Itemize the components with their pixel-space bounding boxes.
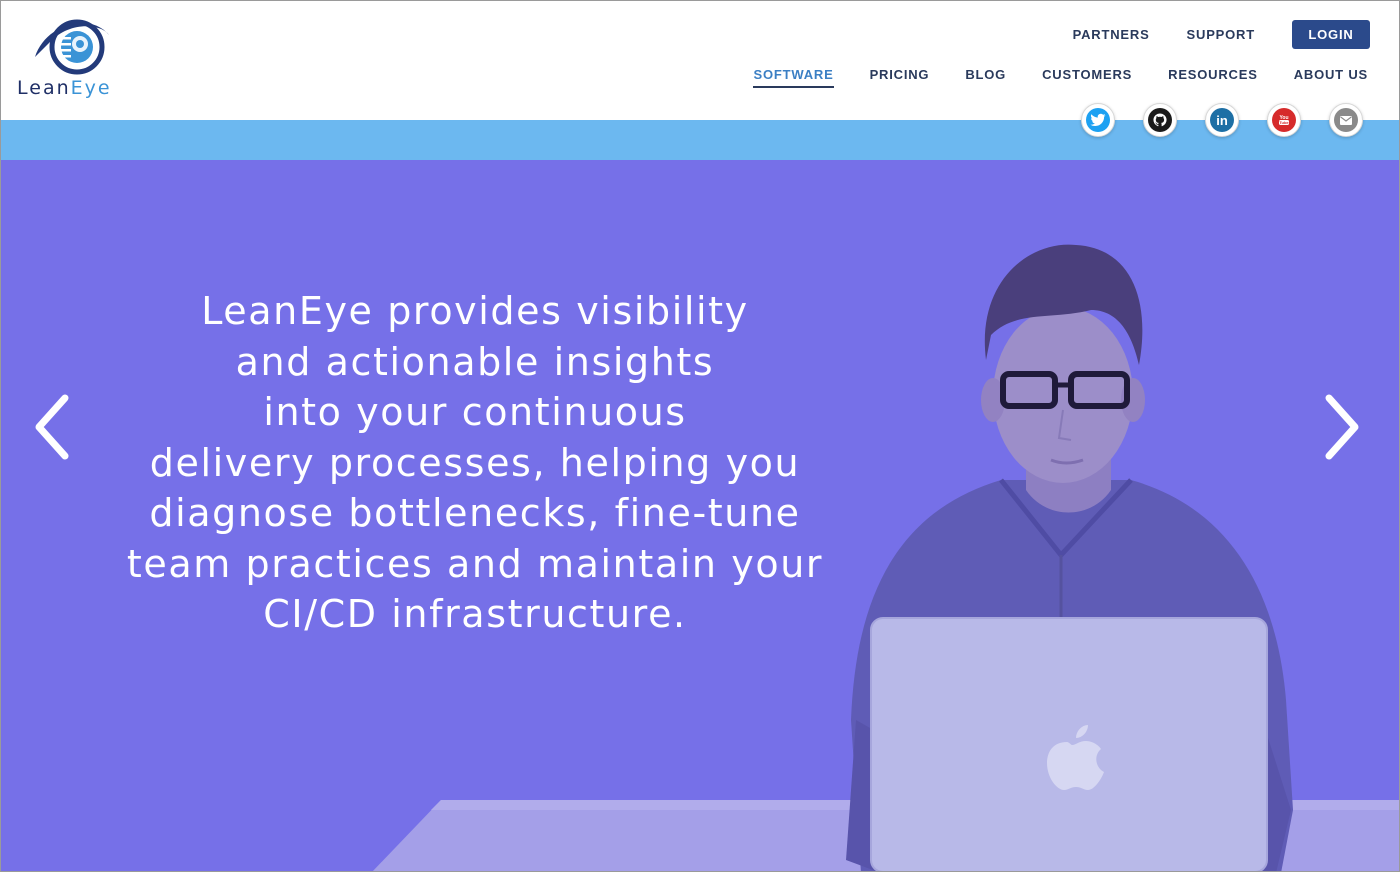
nav-blog[interactable]: BLOG <box>965 67 1006 88</box>
leaneye-logo[interactable]: LeanEye <box>15 17 135 103</box>
page: LeanEye PARTNERS SUPPORT LOGIN SOFTWARE … <box>0 0 1400 872</box>
email-icon <box>1334 108 1358 132</box>
youtube-link[interactable]: You Tube <box>1267 103 1301 137</box>
eye-logo-icon <box>35 19 109 75</box>
hero-line: delivery processes, helping you <box>149 440 801 485</box>
main-nav: SOFTWARE PRICING BLOG CUSTOMERS RESOURCE… <box>717 67 1368 88</box>
hero-line: into your continuous <box>263 390 687 434</box>
social-links: in You Tube <box>1053 103 1363 137</box>
linkedin-link[interactable]: in <box>1205 103 1239 137</box>
logo-wordmark: LeanEye <box>17 77 112 99</box>
hero-line: diagnose bottlenecks, fine-tune <box>149 491 801 535</box>
support-link[interactable]: SUPPORT <box>1187 27 1255 42</box>
nav-customers[interactable]: CUSTOMERS <box>1042 67 1132 88</box>
twitter-link[interactable] <box>1081 103 1115 137</box>
nav-resources[interactable]: RESOURCES <box>1168 67 1258 88</box>
hero-line: and actionable insights <box>235 339 715 384</box>
nav-pricing[interactable]: PRICING <box>870 67 930 88</box>
carousel-prev-arrow-icon[interactable] <box>31 392 75 462</box>
github-icon <box>1148 108 1172 132</box>
hero-line: LeanEye provides visibility <box>201 289 749 333</box>
hero-line: team practices and maintain your <box>126 541 824 586</box>
youtube-icon: You Tube <box>1272 108 1296 132</box>
logo-word-eye: Eye <box>70 77 112 99</box>
carousel-next-arrow-icon[interactable] <box>1319 392 1363 462</box>
top-utility-nav: PARTNERS SUPPORT LOGIN <box>1073 19 1370 49</box>
email-link[interactable] <box>1329 103 1363 137</box>
hero-line: CI/CD infrastructure. <box>263 592 687 636</box>
logo-word-lean: Lean <box>17 77 71 99</box>
hero-carousel: LeanEye provides visibility and actionab… <box>1 160 1399 871</box>
nav-software[interactable]: SOFTWARE <box>753 67 834 88</box>
twitter-icon <box>1086 108 1110 132</box>
linkedin-icon: in <box>1210 108 1234 132</box>
github-link[interactable] <box>1143 103 1177 137</box>
partners-link[interactable]: PARTNERS <box>1073 27 1150 42</box>
nav-about-us[interactable]: ABOUT US <box>1294 67 1368 88</box>
login-button[interactable]: LOGIN <box>1292 19 1370 49</box>
hero-headline: LeanEye provides visibility and actionab… <box>111 286 839 640</box>
svg-text:Tube: Tube <box>1279 120 1289 125</box>
